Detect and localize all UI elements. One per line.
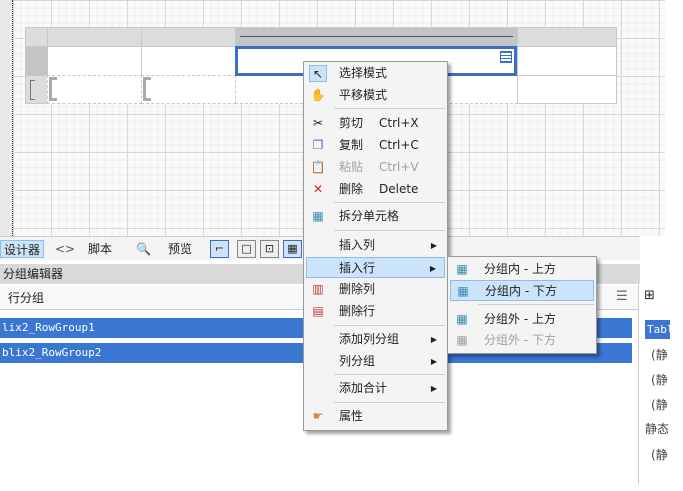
dot-grid-button[interactable]: ⊡ xyxy=(260,240,279,258)
properties-icon: ☛ xyxy=(312,409,324,423)
column-group-item[interactable]: (静 xyxy=(651,371,668,388)
delete-column-icon: ▥ xyxy=(312,282,324,296)
menu-item-outside-group-above[interactable]: ▦ 分组外 - 上方 xyxy=(450,309,594,330)
ruler-toggle-button[interactable]: ⌐ xyxy=(210,240,229,258)
tab-code[interactable]: <> xyxy=(55,240,75,258)
tab-script[interactable]: 脚本 xyxy=(88,240,112,258)
menu-item-split-cells[interactable]: ▦ 拆分单元格 xyxy=(306,206,445,227)
split-cells-icon: ▦ xyxy=(312,209,324,223)
tab-preview[interactable]: 预览 xyxy=(168,240,192,258)
magnifier-icon: 🔍 xyxy=(136,242,151,256)
line-grid-button[interactable]: ▦ xyxy=(283,240,302,258)
column-group-item[interactable]: (静 xyxy=(651,396,668,413)
menu-item-delete-column[interactable]: ▥ 删除列 xyxy=(306,279,445,300)
menu-item-insert-column[interactable]: 插入列 ▶ xyxy=(306,235,445,256)
no-grid-button[interactable]: □ xyxy=(237,240,256,258)
menu-item-paste[interactable]: 📋 粘贴 Ctrl+V xyxy=(306,157,445,178)
column-group-item[interactable]: (静 xyxy=(651,446,668,463)
menu-item-delete-row[interactable]: ▤ 删除行 xyxy=(306,301,445,322)
menu-item-delete[interactable]: ✕ 删除 Delete xyxy=(306,179,445,200)
copy-icon: ❐ xyxy=(312,138,324,152)
insert-row-icon: ▦ xyxy=(456,333,468,347)
menu-item-properties[interactable]: ☛ 属性 xyxy=(306,406,445,427)
menu-item-outside-group-below[interactable]: ▦ 分组外 - 下方 xyxy=(450,330,594,351)
menu-item-inside-group-below[interactable]: ▦ 分组内 - 下方 xyxy=(450,280,594,301)
field-list-icon[interactable] xyxy=(500,51,512,63)
insert-row-icon: ▦ xyxy=(457,284,469,298)
collapse-icon[interactable]: ☰ xyxy=(616,289,628,304)
menu-item-pan-mode[interactable]: ✋ 平移模式 xyxy=(306,85,445,106)
menu-item-insert-row[interactable]: 插入行 ▶ xyxy=(306,257,445,278)
paste-icon: 📋 xyxy=(310,160,326,174)
scissors-icon: ✂ xyxy=(312,116,324,130)
insert-row-submenu: ▦ 分组内 - 上方 ▦ 分组内 - 下方 ▦ 分组外 - 上方 ▦ 分组外 - 下方 xyxy=(447,256,597,354)
column-group-item[interactable]: (静 xyxy=(651,346,668,363)
margin-line xyxy=(12,0,13,236)
insert-row-icon: ▦ xyxy=(456,262,468,276)
hand-icon: ✋ xyxy=(310,88,326,102)
menu-item-inside-group-above[interactable]: ▦ 分组内 - 上方 xyxy=(450,259,594,280)
menu-item-cut[interactable]: ✂ 剪切 Ctrl+X xyxy=(306,113,445,134)
column-group-item[interactable]: 静态 xyxy=(645,420,669,437)
context-menu: ↖ 选择模式 ✋ 平移模式 ✂ 剪切 Ctrl+X ❐ 复制 Ctrl+C 📋 粘贴 Ctrl+… xyxy=(303,61,448,431)
menu-item-column-group[interactable]: 列分组 ▶ xyxy=(306,351,445,372)
menu-item-add-total[interactable]: 添加合计 ▶ xyxy=(306,378,445,399)
delete-row-icon: ▤ xyxy=(312,304,324,318)
tab-designer[interactable]: 设计器 xyxy=(0,240,45,258)
menu-item-select-mode[interactable]: ↖ 选择模式 xyxy=(306,63,445,84)
menu-item-add-column-group[interactable]: 添加列分组 ▶ xyxy=(306,329,445,350)
delete-icon: ✕ xyxy=(312,182,324,196)
column-group-item[interactable]: Tabl xyxy=(645,320,674,339)
menu-item-copy[interactable]: ❐ 复制 Ctrl+C xyxy=(306,135,445,156)
insert-row-icon: ▦ xyxy=(456,312,468,326)
pointer-icon: ↖ xyxy=(309,65,327,82)
